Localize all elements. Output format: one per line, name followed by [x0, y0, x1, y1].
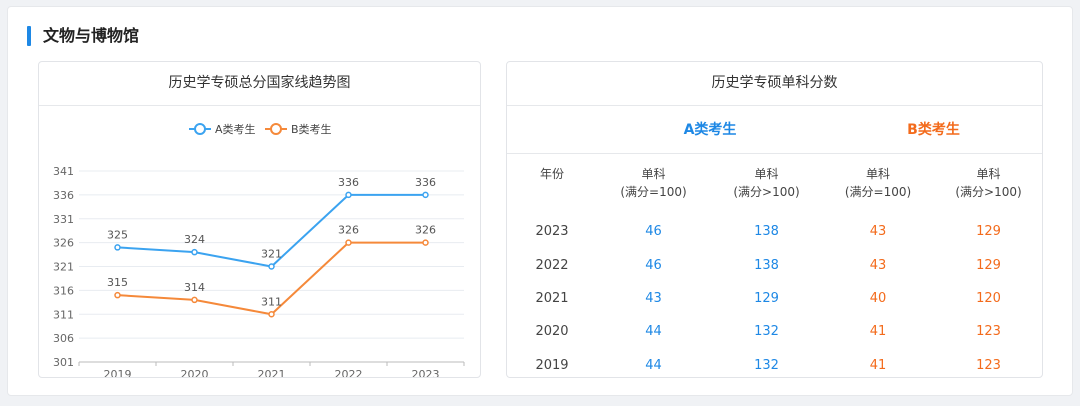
col-head-a-gt100: 单科 (满分>100)	[710, 165, 823, 201]
table-card: 历史学专硕单科分数 A类考生 B类考生 年份 单科 (满分=100) 单科 (满…	[506, 61, 1043, 378]
y-tick-label: 306	[53, 332, 74, 345]
data-point[interactable]	[114, 244, 121, 251]
data-point[interactable]	[191, 248, 198, 256]
group-b-header: B类考生	[907, 122, 960, 138]
cell-year: 2019	[535, 358, 569, 373]
cell-year: 2021	[535, 291, 569, 306]
data-point[interactable]	[114, 291, 121, 299]
cell-b-gt100: 120	[976, 291, 1001, 306]
x-tick-label: 2020	[181, 368, 209, 378]
chart-title: 历史学专硕总分国家线趋势图	[39, 62, 480, 106]
cell-a-gt100: 138	[754, 224, 779, 239]
legend-marker	[194, 123, 206, 135]
x-tick-label: 2023	[412, 368, 440, 378]
y-tick-label: 301	[53, 356, 74, 369]
cell-year: 2022	[535, 258, 569, 273]
col-gt100-label: (满分>100)	[955, 185, 1022, 199]
legend-item[interactable]: B类考生	[265, 122, 332, 136]
col-le100-label: (满分=100)	[620, 185, 687, 199]
chart-card: 历史学专硕总分国家线趋势图 301 306 311 316 321 326 331 336 34…	[38, 61, 481, 378]
col-head-year: 年份	[507, 165, 597, 183]
cell-year: 2020	[535, 324, 569, 339]
col-gt100-label: (满分>100)	[733, 185, 800, 199]
data-label: 326	[415, 224, 436, 237]
cell-a-le100: 46	[645, 224, 662, 239]
cell-b-le100: 41	[869, 324, 887, 339]
col-le100-label: (满分=100)	[844, 185, 912, 199]
data-point[interactable]	[345, 191, 352, 199]
y-tick-label: 326	[53, 237, 74, 250]
y-tick-label: 316	[53, 284, 74, 297]
data-label: 324	[184, 233, 205, 246]
cell-a-gt100: 132	[754, 324, 779, 339]
content-panel: 文物与博物馆 历史学专硕总分国家线趋势图 301 306 311 316 321 326 3…	[7, 6, 1073, 396]
x-tick-label: 2021	[258, 368, 286, 378]
y-tick-label: 341	[53, 165, 74, 178]
col-single-label: 单科	[865, 167, 890, 181]
cell-b-gt100: 123	[976, 358, 1001, 373]
data-label: 315	[107, 276, 128, 289]
cell-b-le100: 43	[869, 258, 887, 273]
cell-b-le100: 43	[869, 224, 887, 239]
cell-a-gt100: 129	[754, 291, 779, 306]
y-tick-label: 331	[53, 213, 74, 226]
data-label: 336	[415, 176, 436, 189]
data-label: 311	[261, 295, 282, 308]
data-point[interactable]	[268, 263, 275, 270]
x-tick-label: 2022	[335, 368, 363, 378]
legend-label: B类考生	[291, 122, 332, 136]
cell-a-le100: 44	[645, 358, 662, 373]
data-label: 336	[338, 176, 359, 189]
cell-a-gt100: 138	[754, 258, 779, 273]
cell-b-gt100: 123	[976, 324, 1001, 339]
cell-year: 2023	[535, 224, 569, 239]
cell-a-le100: 43	[645, 291, 662, 306]
cell-b-gt100: 129	[976, 258, 1001, 273]
data-point[interactable]	[191, 296, 198, 304]
section-title: 文物与博物馆	[43, 26, 140, 45]
col-single-label: 单科	[976, 167, 1001, 181]
cell-b-le100: 41	[869, 358, 887, 373]
col-head-b-le100: 单科 (满分=100)	[823, 165, 933, 201]
cell-b-gt100: 129	[976, 224, 1001, 239]
y-tick-label: 311	[53, 308, 74, 321]
section-accent-bar	[27, 26, 31, 46]
data-label: 321	[261, 248, 282, 261]
cell-a-le100: 44	[645, 324, 662, 339]
cell-a-le100: 46	[645, 258, 662, 273]
data-label: 326	[338, 224, 359, 237]
col-single-label: 单科	[754, 167, 779, 181]
group-a-header: A类考生	[683, 122, 737, 138]
y-tick-label: 321	[53, 261, 74, 274]
table-title: 历史学专硕单科分数	[507, 62, 1042, 106]
cell-b-le100: 40	[869, 291, 887, 306]
table-group-header: A类考生 B类考生	[507, 107, 1042, 154]
col-head-a-le100: 单科 (满分=100)	[597, 165, 710, 201]
y-tick-label: 336	[53, 189, 74, 202]
col-year-label: 年份	[539, 167, 564, 181]
legend-label: A类考生	[215, 122, 256, 136]
cell-a-gt100: 132	[754, 358, 779, 373]
col-single-label: 单科	[641, 167, 666, 181]
col-head-b-gt100: 单科 (满分>100)	[933, 165, 1042, 201]
data-point[interactable]	[422, 191, 429, 199]
x-tick-label: 2019	[104, 368, 132, 378]
legend-item[interactable]: A类考生	[189, 122, 256, 136]
data-point[interactable]	[422, 239, 429, 246]
data-label: 325	[107, 228, 128, 241]
line-chart: 301 306 311 316 321 326 331 336 341 2019 2020 2021 2…	[53, 122, 465, 378]
data-label: 314	[184, 281, 205, 294]
data-point[interactable]	[268, 311, 275, 318]
data-point[interactable]	[345, 239, 352, 246]
legend-marker	[270, 123, 282, 135]
